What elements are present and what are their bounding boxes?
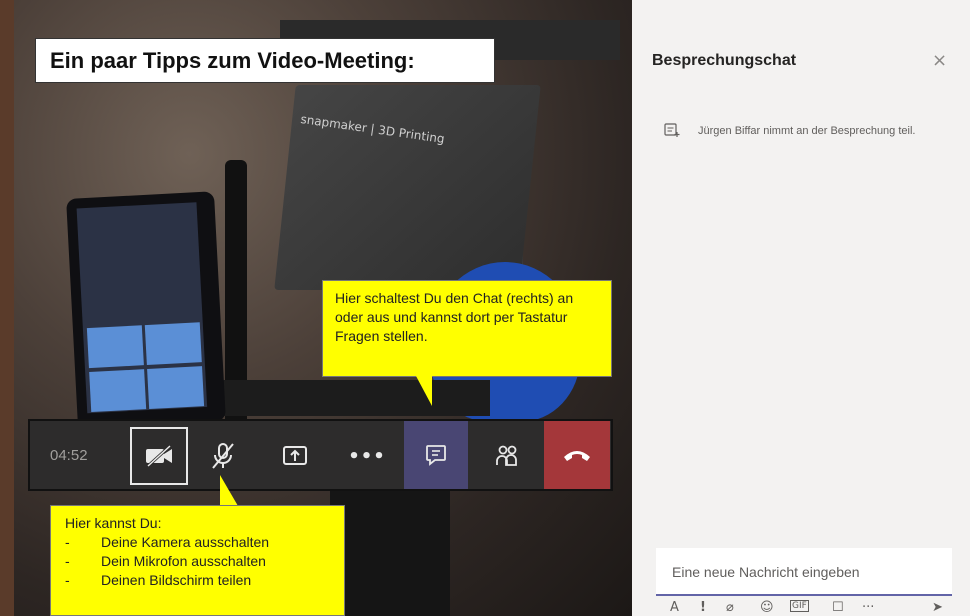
list-item: - Deinen Bildschirm teilen xyxy=(65,571,330,590)
participants-button[interactable] xyxy=(478,427,536,485)
video-frame-edge xyxy=(0,0,14,616)
more-icon: ••• xyxy=(348,445,386,467)
emoji-icon[interactable]: ☺ xyxy=(760,600,774,615)
camera-off-icon xyxy=(146,445,172,467)
video-feed: snapmaker | 3D Printing Ein paar Tipps z… xyxy=(0,0,632,616)
controls-hint-intro: Hier kannst Du: xyxy=(65,515,162,531)
machine-base-lower xyxy=(330,490,450,616)
meeting-chat-panel: Besprechungschat × Jürgen Biffar nimmt a… xyxy=(632,0,970,616)
hangup-button[interactable] xyxy=(544,421,610,489)
phone-tile xyxy=(89,369,147,413)
machine-base xyxy=(190,380,490,416)
tips-heading: Ein paar Tipps zum Video-Meeting: xyxy=(50,48,415,73)
tips-heading-box: Ein paar Tipps zum Video-Meeting: xyxy=(35,38,495,83)
list-item: - Dein Mikrofon ausschalten xyxy=(65,552,330,571)
chat-toggle-button[interactable] xyxy=(404,421,468,489)
gif-icon[interactable]: GIF xyxy=(790,600,809,612)
compose-toolbar: A ! ⌀ ☺ GIF ☐ ··· ➤ xyxy=(656,600,956,616)
sticker-icon[interactable]: ☐ xyxy=(832,600,844,615)
hangup-icon xyxy=(564,451,590,461)
send-icon[interactable]: ➤ xyxy=(932,600,943,615)
important-icon[interactable]: ! xyxy=(700,600,706,615)
bullet-text: Deine Kamera ausschalten xyxy=(101,534,270,550)
meeting-toolbar: 04:52 ••• xyxy=(28,419,613,491)
attach-icon[interactable]: ⌀ xyxy=(726,600,734,615)
format-icon[interactable]: A xyxy=(670,600,679,615)
bullet-dash: - xyxy=(65,572,70,588)
chat-panel-title: Besprechungschat xyxy=(652,52,797,69)
camera-hint-pointer xyxy=(220,475,238,506)
chat-hint-callout: Hier schaltest Du den Chat (rechts) an o… xyxy=(322,280,612,377)
phone-device xyxy=(66,191,226,429)
bullet-text: Dein Mikrofon ausschalten xyxy=(101,553,266,569)
chat-hint-pointer xyxy=(416,376,432,406)
more-options-button[interactable]: ••• xyxy=(338,427,396,485)
chat-hint-text: Hier schaltest Du den Chat (rechts) an o… xyxy=(335,290,574,344)
phone-screen xyxy=(76,202,208,414)
bullet-dash: - xyxy=(65,534,70,550)
meeting-join-icon xyxy=(664,123,680,137)
share-screen-icon xyxy=(283,446,307,465)
close-icon[interactable]: × xyxy=(932,50,947,71)
controls-hint-callout: Hier kannst Du: - Deine Kamera ausschalt… xyxy=(50,505,345,616)
share-screen-button[interactable] xyxy=(266,427,324,485)
phone-tile xyxy=(86,325,144,369)
message-input[interactable]: Eine neue Nachricht eingeben xyxy=(656,548,952,596)
camera-toggle-button[interactable] xyxy=(130,427,188,485)
chat-system-message: Jürgen Biffar nimmt an der Besprechung t… xyxy=(698,125,916,137)
message-input-placeholder: Eine neue Nachricht eingeben xyxy=(672,564,860,580)
phone-tile xyxy=(147,366,205,409)
participants-icon xyxy=(496,445,517,466)
mic-off-icon xyxy=(212,443,234,469)
bullet-dash: - xyxy=(65,553,70,569)
phone-tile xyxy=(144,322,202,366)
call-timer: 04:52 xyxy=(50,447,88,464)
more-icon[interactable]: ··· xyxy=(862,600,874,615)
chat-icon xyxy=(426,445,446,466)
bullet-text: Deinen Bildschirm teilen xyxy=(101,572,252,588)
list-item: - Deine Kamera ausschalten xyxy=(65,533,330,552)
